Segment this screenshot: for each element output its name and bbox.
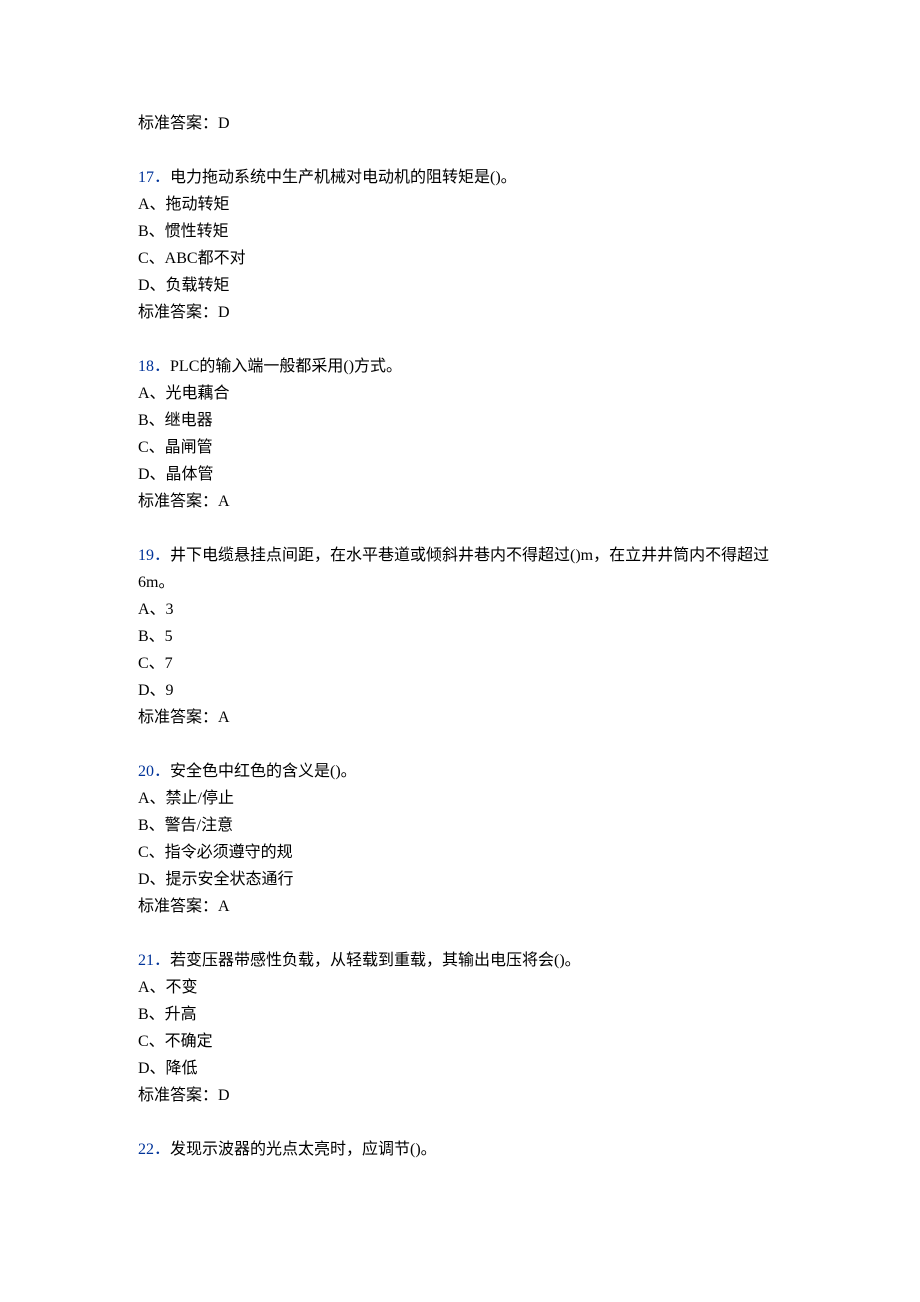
- answer-value: A: [218, 493, 230, 510]
- answer-prefix: 标准答案：: [138, 1087, 218, 1104]
- answer-line: 标准答案：D: [138, 1082, 800, 1109]
- question-line: 18．PLC的输入端一般都采用()方式。: [138, 353, 800, 380]
- question-line: 19．井下电缆悬挂点间距，在水平巷道或倾斜井巷内不得超过()m，在立井井筒内不得…: [138, 542, 800, 596]
- option-line: D、提示安全状态通行: [138, 866, 800, 893]
- orphan-answer-block: 标准答案：D: [138, 110, 800, 137]
- answer-prefix: 标准答案：: [138, 493, 218, 510]
- answer-prefix: 标准答案：: [138, 898, 218, 915]
- answer-value: D: [218, 304, 230, 321]
- option-line: B、警告/注意: [138, 812, 800, 839]
- question-number: 17．: [138, 169, 170, 186]
- question-block: 18．PLC的输入端一般都采用()方式。 A、光电藕合 B、继电器 C、晶闸管 …: [138, 353, 800, 515]
- answer-line: 标准答案：A: [138, 893, 800, 920]
- answer-line: 标准答案：D: [138, 299, 800, 326]
- question-text: 若变压器带感性负载，从轻载到重载，其输出电压将会()。: [170, 952, 581, 969]
- question-block: 20．安全色中红色的含义是()。 A、禁止/停止 B、警告/注意 C、指令必须遵…: [138, 758, 800, 920]
- question-number: 19．: [138, 547, 170, 564]
- question-line: 22．发现示波器的光点太亮时，应调节()。: [138, 1136, 800, 1163]
- question-line: 20．安全色中红色的含义是()。: [138, 758, 800, 785]
- answer-prefix: 标准答案：: [138, 709, 218, 726]
- question-text: 井下电缆悬挂点间距，在水平巷道或倾斜井巷内不得超过()m，在立井井筒内不得超过6…: [138, 547, 769, 591]
- option-line: C、指令必须遵守的规: [138, 839, 800, 866]
- option-line: D、降低: [138, 1055, 800, 1082]
- answer-prefix: 标准答案：: [138, 304, 218, 321]
- option-line: A、3: [138, 596, 800, 623]
- option-line: B、5: [138, 623, 800, 650]
- option-line: C、7: [138, 650, 800, 677]
- question-line: 17．电力拖动系统中生产机械对电动机的阻转矩是()。: [138, 164, 800, 191]
- answer-value: A: [218, 898, 230, 915]
- option-line: B、继电器: [138, 407, 800, 434]
- question-text: 安全色中红色的含义是()。: [170, 763, 357, 780]
- answer-line: 标准答案：A: [138, 488, 800, 515]
- option-line: D、负载转矩: [138, 272, 800, 299]
- question-block: 22．发现示波器的光点太亮时，应调节()。: [138, 1136, 800, 1163]
- question-text: 电力拖动系统中生产机械对电动机的阻转矩是()。: [170, 169, 517, 186]
- question-number: 20．: [138, 763, 170, 780]
- option-line: C、ABC都不对: [138, 245, 800, 272]
- option-line: A、拖动转矩: [138, 191, 800, 218]
- option-line: C、晶闸管: [138, 434, 800, 461]
- answer-line: 标准答案：D: [138, 110, 800, 137]
- question-number: 22．: [138, 1141, 170, 1158]
- option-line: B、惯性转矩: [138, 218, 800, 245]
- answer-value: A: [218, 709, 230, 726]
- option-line: C、不确定: [138, 1028, 800, 1055]
- question-number: 18．: [138, 358, 170, 375]
- option-line: D、9: [138, 677, 800, 704]
- question-text: 发现示波器的光点太亮时，应调节()。: [170, 1141, 437, 1158]
- question-block: 21．若变压器带感性负载，从轻载到重载，其输出电压将会()。 A、不变 B、升高…: [138, 947, 800, 1109]
- option-line: A、光电藕合: [138, 380, 800, 407]
- option-line: A、不变: [138, 974, 800, 1001]
- option-line: D、晶体管: [138, 461, 800, 488]
- question-text: PLC的输入端一般都采用()方式。: [170, 358, 402, 375]
- question-block: 19．井下电缆悬挂点间距，在水平巷道或倾斜井巷内不得超过()m，在立井井筒内不得…: [138, 542, 800, 731]
- option-line: B、升高: [138, 1001, 800, 1028]
- answer-line: 标准答案：A: [138, 704, 800, 731]
- option-line: A、禁止/停止: [138, 785, 800, 812]
- answer-prefix: 标准答案：: [138, 115, 218, 132]
- question-line: 21．若变压器带感性负载，从轻载到重载，其输出电压将会()。: [138, 947, 800, 974]
- answer-value: D: [218, 115, 230, 132]
- question-block: 17．电力拖动系统中生产机械对电动机的阻转矩是()。 A、拖动转矩 B、惯性转矩…: [138, 164, 800, 326]
- question-number: 21．: [138, 952, 170, 969]
- answer-value: D: [218, 1087, 230, 1104]
